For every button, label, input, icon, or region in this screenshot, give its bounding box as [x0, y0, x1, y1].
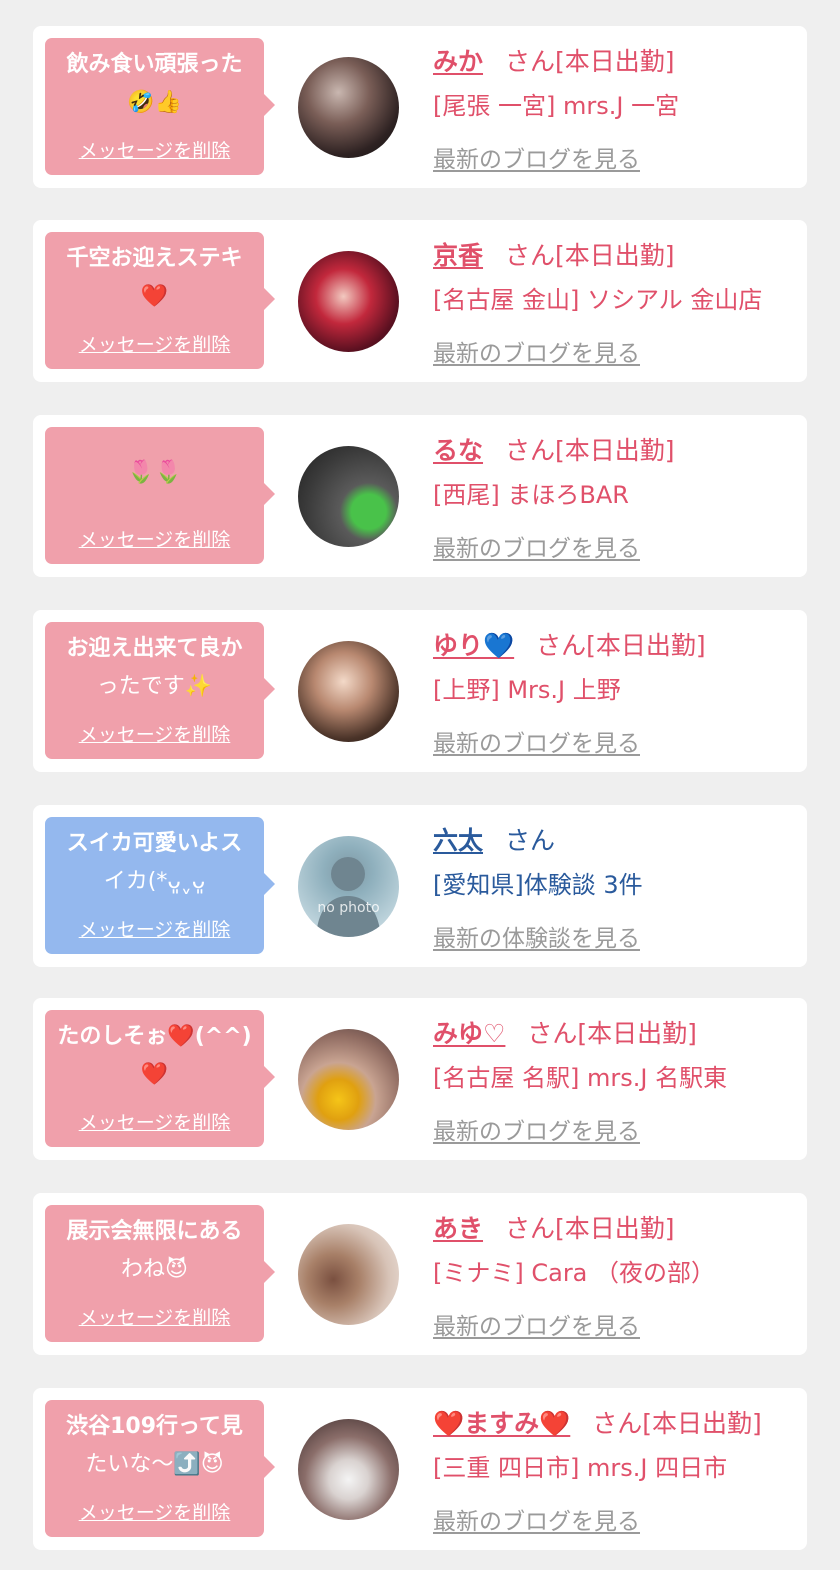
message-bubble: お迎え出来て良か ったです✨ メッセージを削除	[45, 622, 275, 759]
message-text: お迎え出来て良か ったです✨	[66, 636, 243, 699]
message-bubble: 展示会無限にある わね😈 メッセージを削除	[45, 1205, 275, 1342]
profile-info: ❤️ますみ❤️ さん[本日出勤] [三重 四日市] mrs.J 四日市 最新のブロ…	[433, 1402, 797, 1536]
profile-info: みか さん[本日出勤] [尾張 一宮] mrs.J 一宮 最新のブログを見る	[433, 40, 797, 174]
profile-info: るな さん[本日出勤] [西尾] まほろBAR 最新のブログを見る	[433, 429, 797, 563]
delete-message-link[interactable]: メッセージを削除	[45, 720, 264, 747]
delete-message-link[interactable]: メッセージを削除	[45, 1498, 264, 1525]
list-item: 千空お迎えステキ ❤️ メッセージを削除 京香 さん[本日出勤] [名古屋 金山]…	[33, 220, 807, 382]
message-text: 渋谷109行って見 たいな〜⤴️😈	[66, 1414, 243, 1477]
list-item: 飲み食い頑張った 🤣👍 メッセージを削除 みか さん[本日出勤] [尾張 一宮] …	[33, 26, 807, 188]
name-suffix: さん[本日出勤]	[505, 436, 675, 465]
profile-info: 六太 さん [愛知県]体験談 3件 最新の体験談を見る	[433, 819, 797, 953]
list-item: スイカ可愛いよス イカ(*ᴗ͈ˬᴗ͈ メッセージを削除 no photo 六太さ…	[33, 805, 807, 967]
message-bubble: たのしそぉ❤️(^^) ❤️ メッセージを削除	[45, 1010, 275, 1147]
shop-info: [尾張 一宮] mrs.J 一宮	[433, 92, 680, 120]
latest-blog-link[interactable]: 最新のブログを見る	[433, 1307, 640, 1341]
shop-info: [上野] Mrs.J 上野	[433, 676, 621, 704]
name-link[interactable]: 京香	[433, 241, 483, 270]
name-suffix: さん[本日出勤]	[527, 1019, 697, 1048]
message-bubble: 渋谷109行って見 たいな〜⤴️😈 メッセージを削除	[45, 1400, 275, 1537]
person-silhouette-icon	[316, 857, 381, 937]
message-bubble: 千空お迎えステキ ❤️ メッセージを削除	[45, 232, 275, 369]
list-item: たのしそぉ❤️(^^) ❤️ メッセージを削除 みゆ♡ さん[本日出勤] [名古屋…	[33, 998, 807, 1160]
name-suffix: さん[本日出勤]	[505, 47, 675, 76]
name-link[interactable]: ゆり💙	[433, 631, 514, 660]
avatar[interactable]	[298, 641, 399, 742]
no-photo-label: no photo	[317, 900, 380, 916]
avatar[interactable]: no photo	[298, 836, 399, 937]
latest-blog-link[interactable]: 最新のブログを見る	[433, 1502, 640, 1536]
message-text: たのしそぉ❤️(^^) ❤️	[57, 1024, 252, 1087]
message-bubble: 飲み食い頑張った 🤣👍 メッセージを削除	[45, 38, 275, 175]
profile-info: みゆ♡ さん[本日出勤] [名古屋 名駅] mrs.J 名駅東 最新のブログを見る	[433, 1012, 797, 1146]
latest-blog-link[interactable]: 最新のブログを見る	[433, 334, 640, 368]
review-info: [愛知県]体験談 3件	[433, 871, 643, 899]
avatar[interactable]	[298, 1224, 399, 1325]
message-bubble: 🌷🌷 メッセージを削除	[45, 427, 275, 564]
latest-blog-link[interactable]: 最新のブログを見る	[433, 529, 640, 563]
name-suffix: さん	[505, 826, 556, 855]
delete-message-link[interactable]: メッセージを削除	[45, 1108, 264, 1135]
profile-info: 京香 さん[本日出勤] [名古屋 金山] ソシアル 金山店 最新のブログを見る	[433, 234, 797, 368]
list-item: 🌷🌷 メッセージを削除 るな さん[本日出勤] [西尾] まほろBAR 最新のブロ…	[33, 415, 807, 577]
delete-message-link[interactable]: メッセージを削除	[45, 915, 264, 942]
message-text: 千空お迎えステキ ❤️	[66, 246, 243, 309]
name-suffix: さん[本日出勤]	[505, 1214, 675, 1243]
list-item: 渋谷109行って見 たいな〜⤴️😈 メッセージを削除 ❤️ますみ❤️ さん[本日出…	[33, 1388, 807, 1550]
name-link[interactable]: ❤️ますみ❤️	[433, 1409, 570, 1438]
message-text: 🌷🌷	[127, 460, 182, 485]
message-bubble: スイカ可愛いよス イカ(*ᴗ͈ˬᴗ͈ メッセージを削除	[45, 817, 275, 954]
avatar[interactable]	[298, 1419, 399, 1520]
message-text: 展示会無限にある わね😈	[66, 1219, 243, 1282]
shop-info: [名古屋 名駅] mrs.J 名駅東	[433, 1064, 728, 1092]
latest-blog-link[interactable]: 最新のブログを見る	[433, 1112, 640, 1146]
shop-info: [西尾] まほろBAR	[433, 481, 629, 509]
avatar[interactable]	[298, 446, 399, 547]
delete-message-link[interactable]: メッセージを削除	[45, 1303, 264, 1330]
message-list: 飲み食い頑張った 🤣👍 メッセージを削除 みか さん[本日出勤] [尾張 一宮] …	[0, 0, 840, 1570]
name-suffix: さん[本日出勤]	[536, 631, 706, 660]
delete-message-link[interactable]: メッセージを削除	[45, 525, 264, 552]
message-text: スイカ可愛いよス イカ(*ᴗ͈ˬᴗ͈	[66, 831, 243, 894]
delete-message-link[interactable]: メッセージを削除	[45, 330, 264, 357]
name-link[interactable]: るな	[433, 436, 483, 465]
latest-blog-link[interactable]: 最新のブログを見る	[433, 724, 640, 758]
name-link[interactable]: 六太	[433, 826, 483, 855]
avatar[interactable]	[298, 57, 399, 158]
list-item: お迎え出来て良か ったです✨ メッセージを削除 ゆり💙 さん[本日出勤] [上野]…	[33, 610, 807, 772]
list-item: 展示会無限にある わね😈 メッセージを削除 あき さん[本日出勤] [ミナミ] C…	[33, 1193, 807, 1355]
shop-info: [名古屋 金山] ソシアル 金山店	[433, 286, 763, 314]
name-link[interactable]: あき	[433, 1214, 483, 1243]
delete-message-link[interactable]: メッセージを削除	[45, 136, 264, 163]
avatar[interactable]	[298, 1029, 399, 1130]
shop-info: [三重 四日市] mrs.J 四日市	[433, 1454, 728, 1482]
avatar[interactable]	[298, 251, 399, 352]
name-link[interactable]: みゆ♡	[433, 1019, 505, 1048]
profile-info: あき さん[本日出勤] [ミナミ] Cara （夜の部） 最新のブログを見る	[433, 1207, 797, 1341]
latest-review-link[interactable]: 最新の体験談を見る	[433, 919, 640, 953]
message-text: 飲み食い頑張った 🤣👍	[66, 52, 243, 115]
shop-info: [ミナミ] Cara （夜の部）	[433, 1259, 716, 1287]
name-suffix: さん[本日出勤]	[592, 1409, 762, 1438]
latest-blog-link[interactable]: 最新のブログを見る	[433, 140, 640, 174]
name-link[interactable]: みか	[433, 47, 483, 76]
profile-info: ゆり💙 さん[本日出勤] [上野] Mrs.J 上野 最新のブログを見る	[433, 624, 797, 758]
name-suffix: さん[本日出勤]	[505, 241, 675, 270]
